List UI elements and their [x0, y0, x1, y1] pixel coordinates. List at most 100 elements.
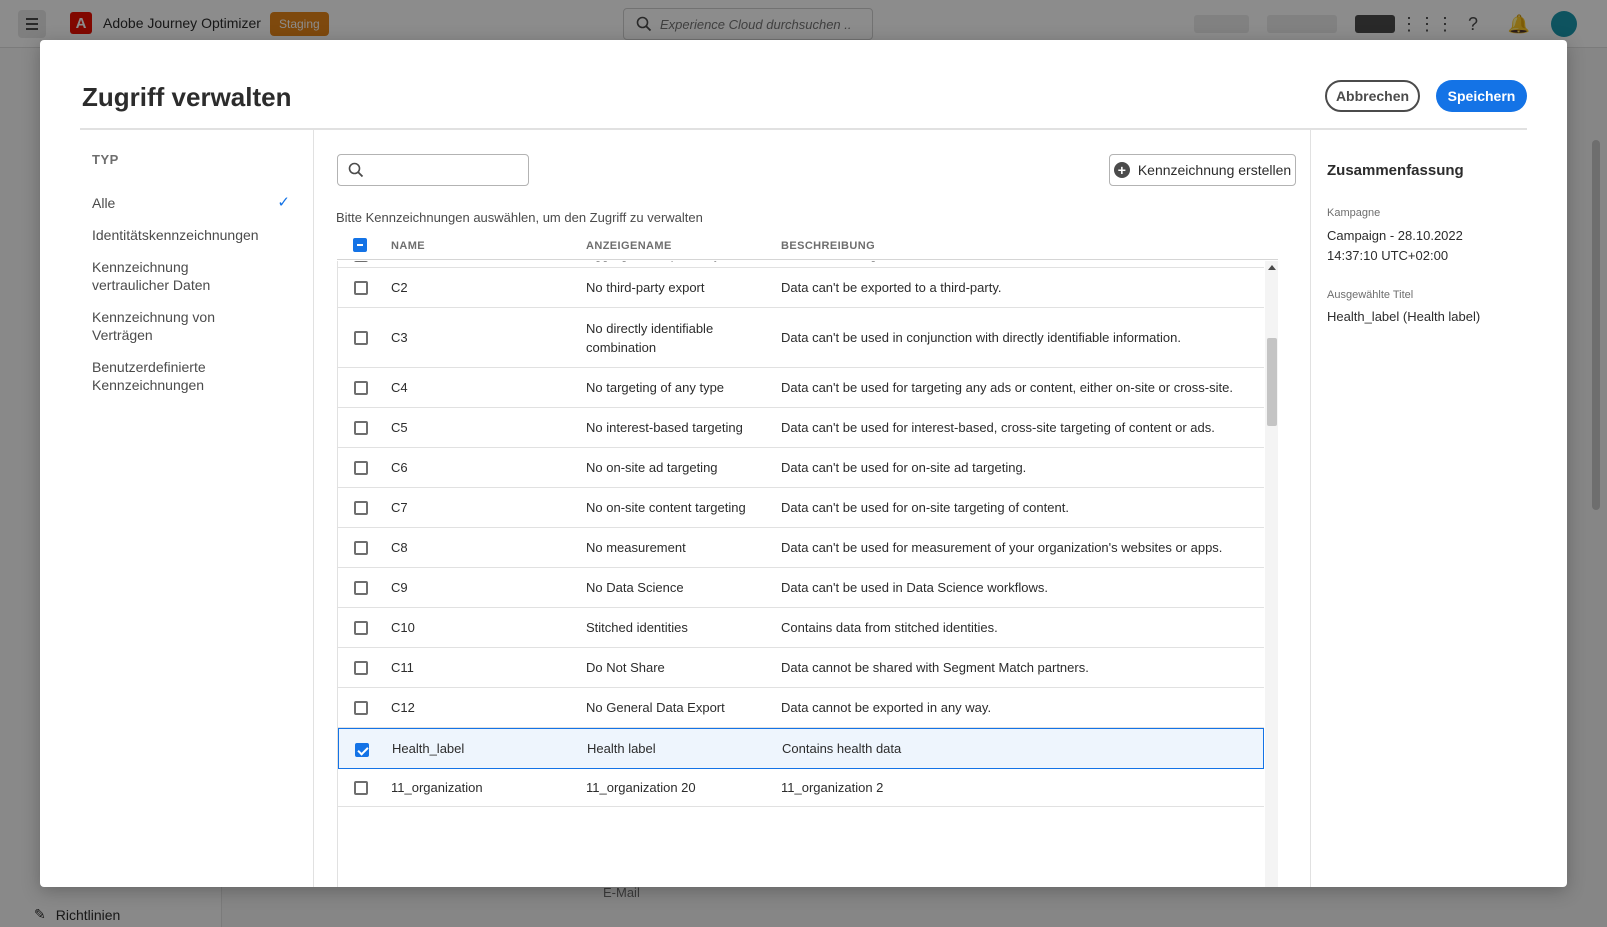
row-checkbox[interactable]	[354, 781, 368, 795]
filter-item-identity[interactable]: Identitätskennzeichnungen	[92, 226, 302, 244]
label-display-name: No interest-based targeting	[586, 420, 743, 435]
summary-title: Zusammenfassung	[1327, 162, 1464, 179]
table-row[interactable]: C5 No interest-based targeting Data can't …	[338, 408, 1264, 448]
label-display-name: No General Data Export	[586, 700, 725, 715]
table-row[interactable]: C10 Stitched identities Contains data from…	[338, 608, 1264, 648]
filter-heading: TYP	[92, 152, 119, 167]
create-label-button[interactable]: + Kennzeichnung erstellen	[1109, 154, 1296, 186]
filter-item-label: Kennzeichnung vertraulicher Daten	[92, 259, 211, 293]
type-filter-panel: TYP Alle ✓ Identitätskennzeichnungen Ken…	[80, 130, 314, 887]
add-circle-icon: +	[1113, 162, 1130, 178]
row-checkbox[interactable]	[354, 701, 368, 715]
label-description: Data can't be used for on-site targeting…	[781, 500, 1069, 515]
label-search-input[interactable]	[372, 162, 522, 178]
label-description: Data can't be used for on-site ad target…	[781, 460, 1027, 475]
filter-item-all[interactable]: Alle ✓	[92, 194, 302, 212]
scroll-thumb[interactable]	[1267, 338, 1277, 426]
label-display-name: No directly identifiable combination	[586, 320, 714, 355]
label-display-name: Aggregated export only	[586, 261, 766, 264]
row-checkbox[interactable]	[354, 581, 368, 595]
column-header-display-name[interactable]: ANZEIGENAME	[586, 240, 672, 252]
row-checkbox[interactable]	[354, 461, 368, 475]
label-description: Data can't be used for targeting any ads…	[781, 380, 1233, 395]
label-display-name: Do Not Share	[586, 660, 665, 675]
cancel-button[interactable]: Abbrechen	[1325, 80, 1420, 112]
filter-item-custom[interactable]: Benutzerdefinierte Kennzeichnungen	[92, 358, 242, 394]
row-checkbox[interactable]	[354, 331, 368, 345]
filter-item-sensitive[interactable]: Kennzeichnung vertraulicher Daten	[92, 258, 242, 294]
label-name: C5	[391, 420, 408, 435]
row-checkbox[interactable]	[354, 541, 368, 555]
campaign-label: Kampagne	[1327, 207, 1381, 219]
label-name: C11	[391, 660, 414, 675]
table-row[interactable]: 11_organization 11_organization 20 11_orga…	[338, 769, 1264, 807]
table-body: 11_organization 11_organization 20 11_orga…	[337, 261, 1278, 887]
column-header-description: BESCHREIBUNG	[781, 240, 876, 252]
search-icon	[348, 162, 364, 178]
label-name: C12	[391, 700, 415, 715]
label-search[interactable]	[337, 154, 529, 186]
labels-table-panel: + Kennzeichnung erstellen Bitte Kennzeic…	[315, 130, 1310, 887]
manage-access-dialog: Zugriff verwalten Abbrechen Speichern TY…	[40, 40, 1567, 887]
label-description: Data can't be used in conjunction with d…	[781, 330, 1181, 345]
label-display-name: No on-site content targeting	[586, 500, 746, 515]
campaign-value: Campaign - 28.10.2022 14:37:10 UTC+02:00	[1327, 228, 1463, 263]
table-row[interactable]: C4 No targeting of any type Data can't be …	[338, 368, 1264, 408]
save-button[interactable]: Speichern	[1436, 80, 1527, 112]
filter-item-label: Benutzerdefinierte Kennzeichnungen	[92, 359, 206, 393]
create-label-text: Kennzeichnung erstellen	[1137, 162, 1292, 178]
label-description: Data can't be used in Data Science workf…	[781, 580, 1048, 595]
label-name: C9	[391, 580, 408, 595]
table-row[interactable]: C7 No on-site content targeting Data can't…	[338, 488, 1264, 528]
label-display-name: No measurement	[586, 540, 686, 555]
table-row[interactable]: C12 No General Data Export Data cannot be …	[338, 688, 1264, 728]
summary-panel: Zusammenfassung Kampagne Campaign - 28.1…	[1310, 130, 1567, 887]
label-description: Data can't be used for measurement of yo…	[781, 540, 1223, 555]
column-header-name[interactable]: NAME	[391, 240, 425, 252]
label-display-name: No targeting of any type	[586, 380, 725, 395]
table-row[interactable]: C3 No directly identifiable combination Da…	[338, 308, 1264, 368]
table-row[interactable]: C1 Aggregated export only without includin…	[338, 261, 1264, 268]
label-description: Data cannot be shared with Segment Match…	[781, 660, 1089, 675]
selected-labels-value: Health_label (Health label)	[1327, 309, 1481, 324]
label-description: Contains data from stitched identities.	[781, 620, 998, 635]
row-checkbox[interactable]	[354, 621, 368, 635]
label-display-name: Health label	[587, 741, 656, 756]
filter-item-contract[interactable]: Kennzeichnung von Verträgen	[92, 308, 242, 344]
label-description: without including individual or device i…	[781, 261, 1261, 264]
table-row[interactable]: C11 Do Not Share Data cannot be shared wit…	[338, 648, 1264, 688]
row-checkbox[interactable]	[354, 421, 368, 435]
table-row[interactable]: C2 No third-party export Data can't be exp…	[338, 268, 1264, 308]
select-all-checkbox[interactable]	[353, 238, 367, 252]
checkmark-icon: ✓	[277, 194, 290, 211]
label-name: C10	[391, 620, 415, 635]
dialog-title: Zugriff verwalten	[82, 82, 292, 112]
selected-labels-label: Ausgewählte Titel	[1327, 289, 1414, 301]
label-name: C1	[391, 261, 571, 264]
filter-item-label: Identitätskennzeichnungen	[92, 227, 259, 243]
table-scrollbar[interactable]	[1265, 261, 1278, 887]
label-description: Data can't be exported to a third-party.	[781, 280, 1002, 295]
label-description: Data can't be used for interest-based, c…	[781, 420, 1215, 435]
filter-item-label: Kennzeichnung von Verträgen	[92, 309, 215, 343]
label-name: C3	[391, 330, 408, 345]
label-name: C8	[391, 540, 408, 555]
label-name: C7	[391, 500, 408, 515]
row-checkbox[interactable]	[354, 261, 368, 262]
label-display-name: No third-party export	[586, 280, 705, 295]
label-display-name: No on-site ad targeting	[586, 460, 718, 475]
label-display-name: 11_organization 20	[586, 780, 696, 795]
table-row[interactable]: C8 No measurement Data can't be used for m…	[338, 528, 1264, 568]
row-checkbox[interactable]	[354, 501, 368, 515]
row-checkbox[interactable]	[355, 742, 369, 757]
row-checkbox[interactable]	[354, 281, 368, 295]
table-row[interactable]: C6 No on-site ad targeting Data can't be u…	[338, 448, 1264, 488]
table-row[interactable]: C9 No Data Science Data can't be used in D…	[338, 568, 1264, 608]
row-checkbox[interactable]	[354, 661, 368, 675]
scroll-up-icon[interactable]	[1268, 265, 1276, 270]
row-checkbox[interactable]	[354, 381, 368, 395]
label-display-name: Stitched identities	[586, 620, 688, 635]
label-name: 11_organization	[391, 780, 483, 795]
label-name: C2	[391, 280, 408, 295]
table-row[interactable]: Health_label Health label Contains health …	[338, 728, 1264, 769]
